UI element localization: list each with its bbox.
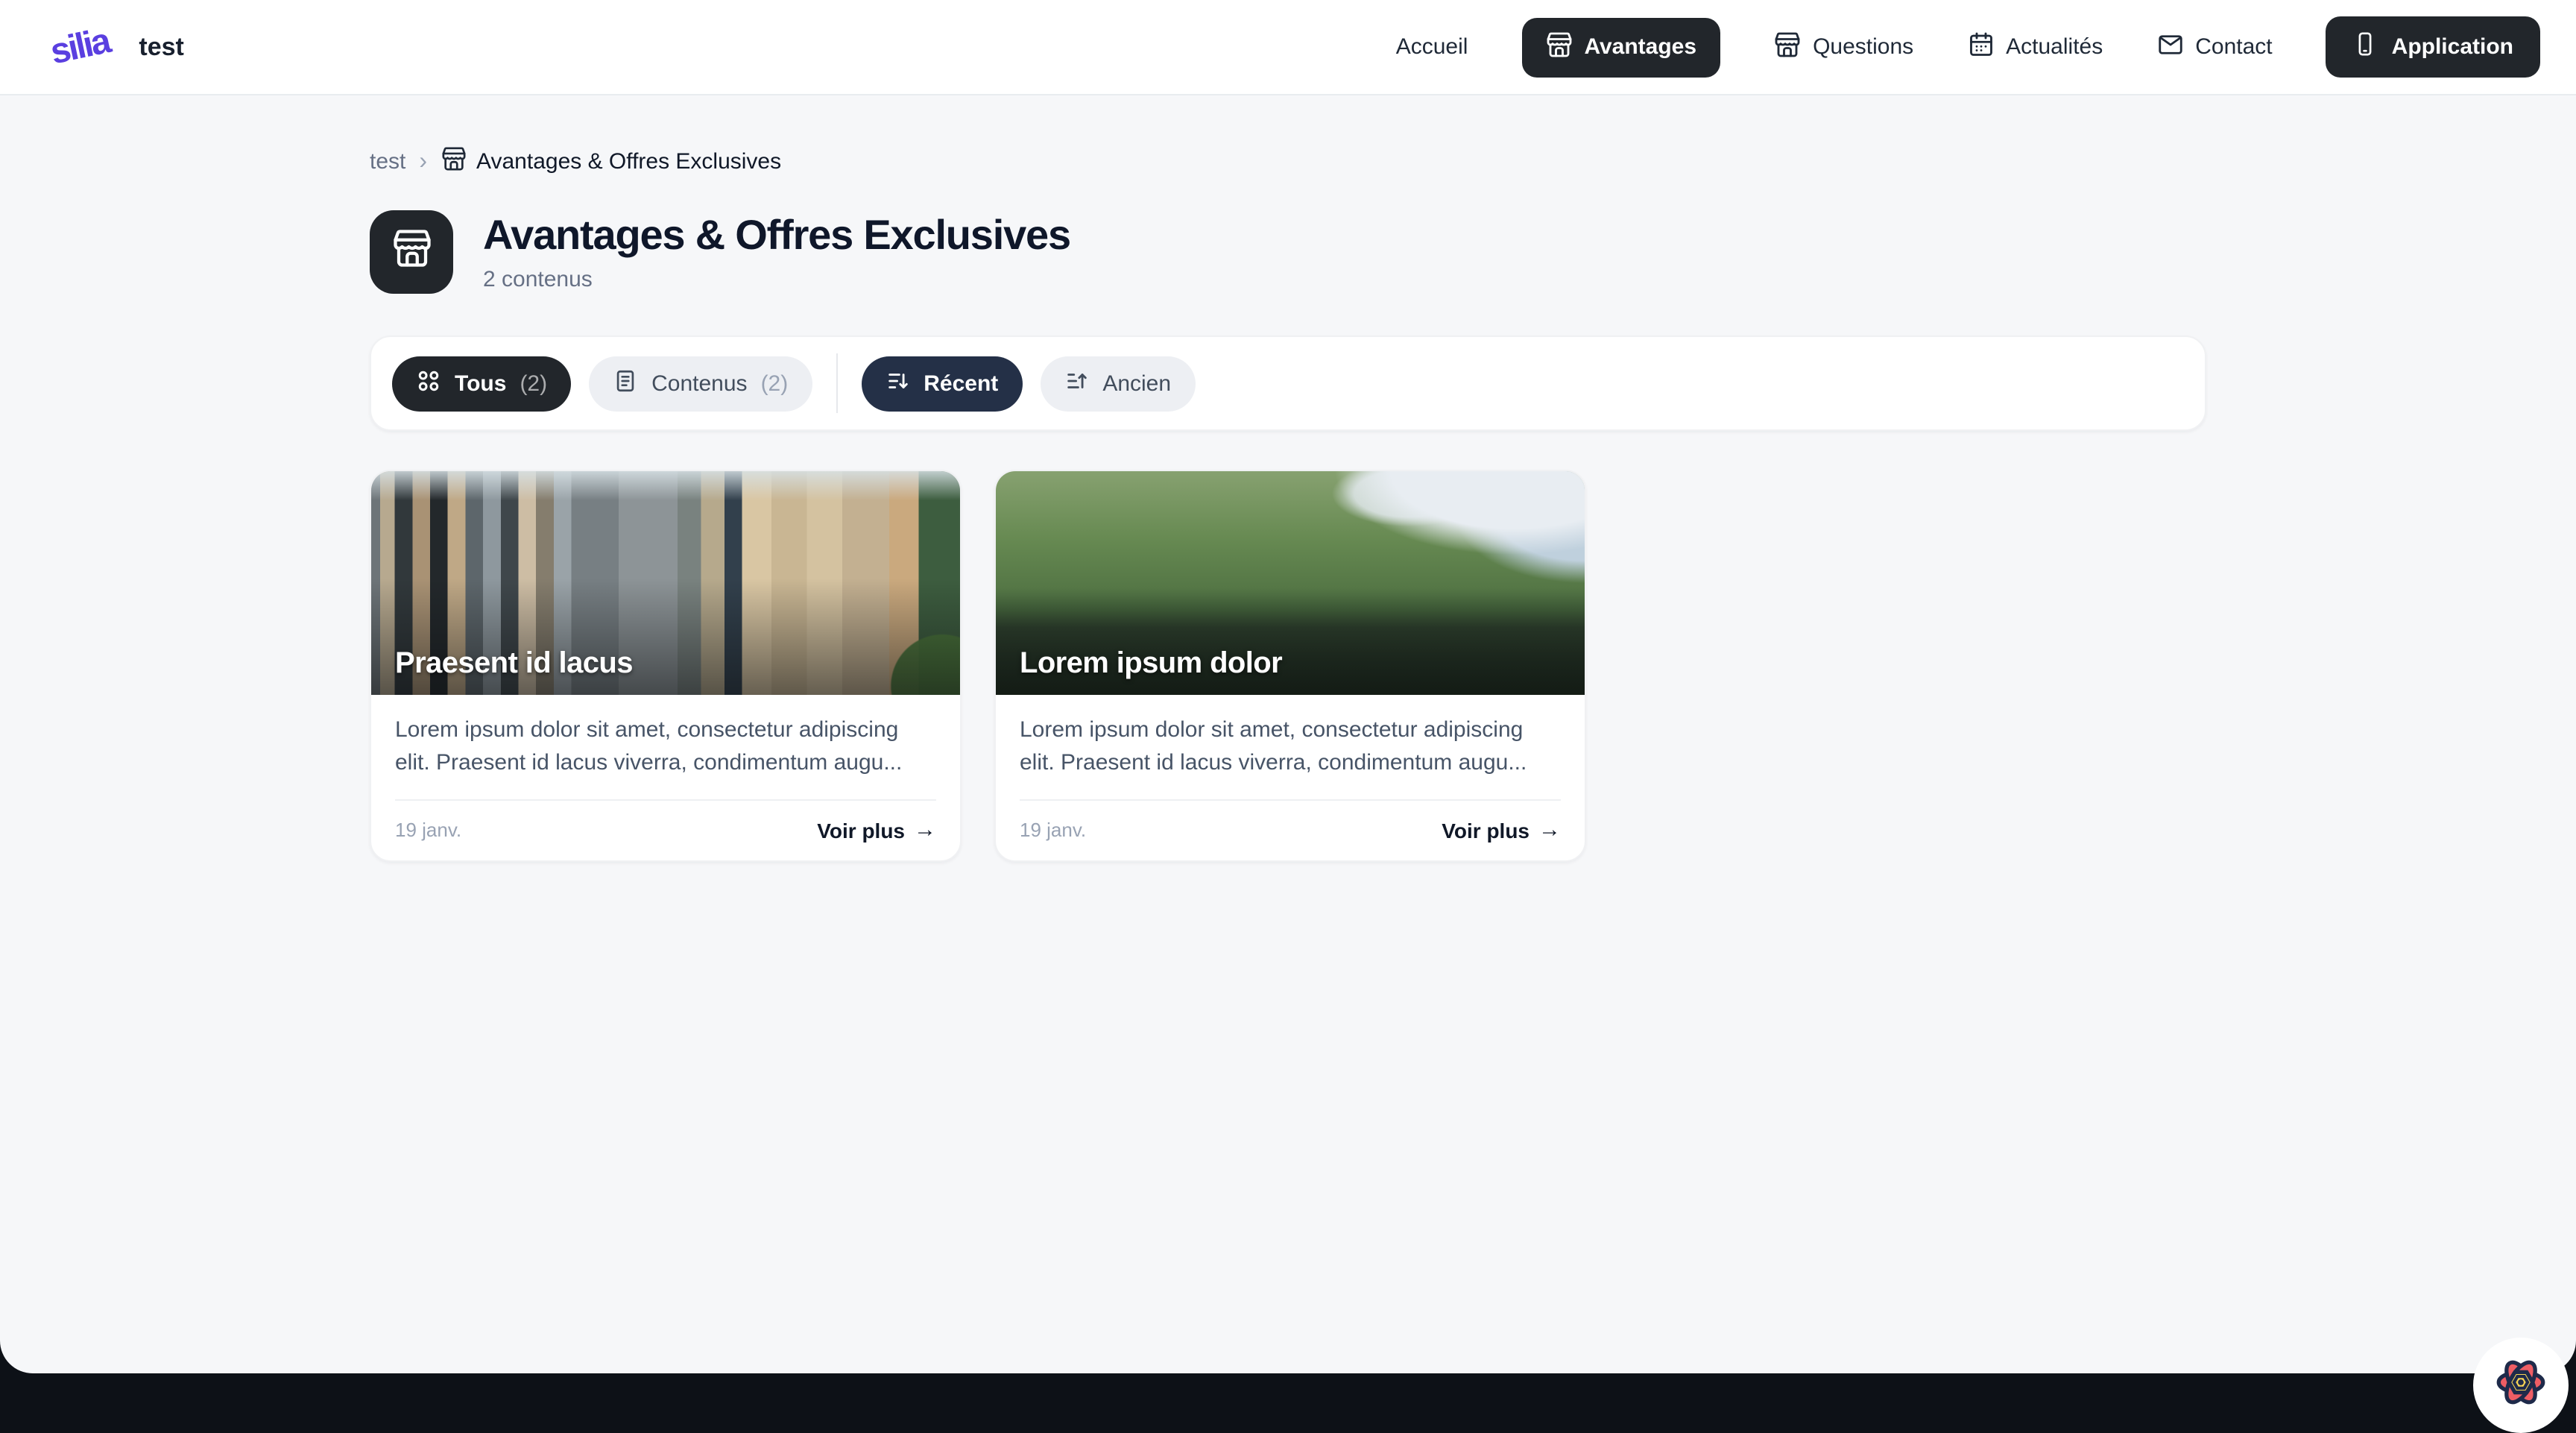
application-button-label: Application (2392, 34, 2513, 60)
filter-label: Contenus (651, 371, 747, 396)
card-body: Lorem ipsum dolor sit amet, consectetur … (371, 695, 960, 860)
grid-dots-icon (416, 368, 441, 399)
mail-icon (2156, 31, 2183, 63)
nav-item-contact[interactable]: Contact (2156, 31, 2272, 63)
breadcrumb-root-link[interactable]: test (370, 149, 405, 174)
breadcrumb-current: Avantages & Offres Exclusives (441, 146, 781, 177)
nav-label: Actualités (2006, 34, 2103, 60)
nav-label: Contact (2195, 34, 2272, 60)
breadcrumb: test › Avantages & Offres Exclusives (370, 146, 2206, 177)
content-container: test › Avantages & Offres Exclusives Ava… (370, 146, 2206, 862)
filter-tous-button[interactable]: Tous (2) (392, 356, 571, 411)
filter-count: (2) (761, 371, 789, 396)
chevron-right-icon: › (419, 148, 427, 175)
filter-contenus-button[interactable]: Contenus (2) (589, 356, 812, 411)
breadcrumb-current-label: Avantages & Offres Exclusives (476, 149, 781, 174)
page-header-text: Avantages & Offres Exclusives 2 contenus (483, 212, 1070, 292)
nav-item-questions[interactable]: Questions (1774, 31, 1913, 63)
content-card-grid: Praesent id lacus Lorem ipsum dolor sit … (370, 470, 2206, 862)
filter-count: (2) (520, 371, 547, 396)
page-sheet: silia test Accueil Avantages Questions A… (0, 0, 2576, 1373)
voir-plus-label: Voir plus (1442, 818, 1530, 842)
voir-plus-label: Voir plus (817, 818, 905, 842)
arrow-right-icon: → (914, 817, 936, 843)
page-header: Avantages & Offres Exclusives 2 contenus (370, 210, 2206, 294)
card-footer: 19 janv. Voir plus → (395, 799, 936, 843)
silia-logo[interactable]: silia (47, 20, 113, 73)
card-cover-image: Lorem ipsum dolor (996, 471, 1585, 695)
atom-flower-icon (2490, 1350, 2552, 1420)
filter-toolbar: Tous (2) Contenus (2) Récent Ancien (370, 336, 2206, 431)
arrow-right-icon: → (1538, 817, 1561, 843)
sort-ancien-button[interactable]: Ancien (1040, 356, 1195, 411)
card-footer: 19 janv. Voir plus → (1020, 799, 1561, 843)
sort-label: Ancien (1102, 371, 1171, 396)
calendar-icon (1967, 31, 1994, 63)
workspace-name: test (139, 32, 183, 62)
smartphone-icon (2353, 31, 2378, 63)
storefront-icon (391, 228, 432, 276)
nav-label: Questions (1813, 34, 1913, 60)
top-navbar: silia test Accueil Avantages Questions A… (0, 0, 2576, 95)
nav-item-actualites[interactable]: Actualités (1967, 31, 2103, 63)
card-description: Lorem ipsum dolor sit amet, consectetur … (395, 714, 936, 780)
sort-label: Récent (924, 371, 998, 396)
main-nav: Accueil Avantages Questions Actualités C… (1396, 16, 2540, 78)
voir-plus-link[interactable]: Voir plus → (817, 817, 936, 843)
card-description: Lorem ipsum dolor sit amet, consectetur … (1020, 714, 1561, 780)
content-count: 2 contenus (483, 267, 1070, 292)
section-icon-tile (370, 210, 453, 294)
nav-label: Avantages (1584, 34, 1696, 60)
app-window: silia test Accueil Avantages Questions A… (0, 0, 2576, 1424)
sort-recent-button[interactable]: Récent (861, 356, 1022, 411)
card-title: Praesent id lacus (395, 647, 633, 681)
card-title: Lorem ipsum dolor (1020, 647, 1282, 681)
sort-descending-icon (885, 368, 910, 399)
storefront-icon (1774, 31, 1801, 63)
page-title: Avantages & Offres Exclusives (483, 212, 1070, 259)
storefront-icon (441, 146, 466, 177)
application-button[interactable]: Application (2326, 16, 2540, 78)
content-card[interactable]: Praesent id lacus Lorem ipsum dolor sit … (370, 470, 962, 862)
atom-flower-badge[interactable] (2473, 1338, 2569, 1433)
filter-divider (836, 353, 837, 413)
card-date: 19 janv. (395, 819, 461, 841)
nav-item-accueil[interactable]: Accueil (1396, 34, 1468, 60)
card-body: Lorem ipsum dolor sit amet, consectetur … (996, 695, 1585, 860)
bottom-band (0, 1373, 2576, 1424)
nav-item-avantages[interactable]: Avantages (1521, 17, 1720, 77)
voir-plus-link[interactable]: Voir plus → (1442, 817, 1561, 843)
card-date: 19 janv. (1020, 819, 1086, 841)
card-cover-image: Praesent id lacus (371, 471, 960, 695)
sort-ascending-icon (1064, 368, 1089, 399)
filter-label: Tous (455, 371, 506, 396)
storefront-icon (1545, 31, 1572, 63)
nav-label: Accueil (1396, 34, 1468, 60)
document-icon (613, 368, 638, 399)
content-card[interactable]: Lorem ipsum dolor Lorem ipsum dolor sit … (994, 470, 1586, 862)
